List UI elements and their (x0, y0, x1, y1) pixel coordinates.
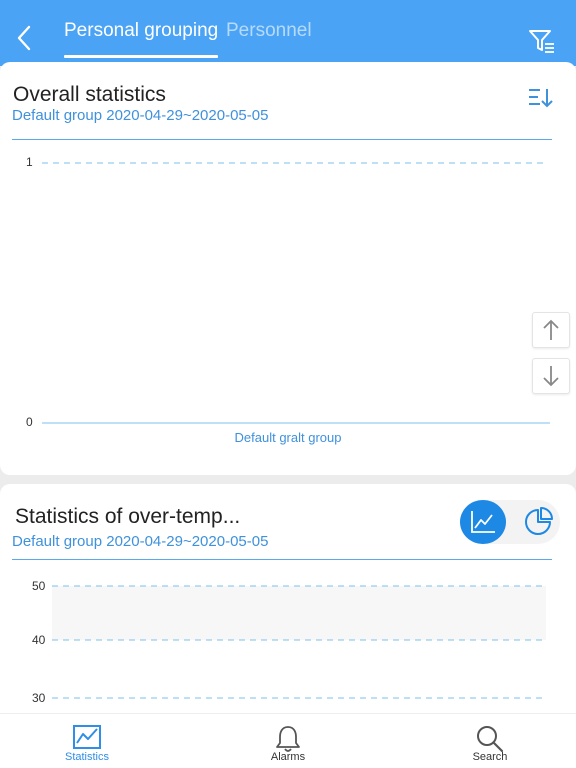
back-button[interactable] (8, 20, 40, 56)
line-chart-icon (471, 511, 495, 533)
nav-statistics[interactable]: Statistics (47, 714, 127, 768)
sort-descending-icon (529, 89, 553, 108)
chart-type-toggle (460, 500, 560, 544)
overall-y-tick-top: 1 (26, 155, 33, 169)
overtemp-subtitle: Default group 2020-04-29~2020-05-05 (12, 533, 269, 550)
overall-y-tick-bottom: 0 (26, 415, 33, 429)
nav-statistics-label: Statistics (64, 751, 109, 763)
overall-statistics-card: Overall statistics Default group 2020-04… (0, 62, 576, 475)
arrow-down-icon (543, 366, 559, 387)
overtemp-y-tick-30: 30 (32, 691, 46, 705)
arrow-up-icon (543, 319, 559, 340)
sort-button[interactable] (528, 86, 554, 110)
overtemp-chart (52, 585, 546, 699)
line-chart-toggle[interactable] (460, 500, 506, 544)
overtemp-title: Statistics of over-temp... (15, 505, 241, 528)
bell-icon (276, 726, 300, 752)
scroll-up-button[interactable] (532, 312, 570, 348)
overtemp-y-tick-40: 40 (32, 633, 46, 647)
pie-chart-toggle[interactable] (516, 500, 560, 544)
overtemp-statistics-card: Statistics of over-temp... Default group… (0, 484, 576, 724)
overall-title: Overall statistics (13, 83, 166, 106)
overall-chart: 1 0 (42, 162, 550, 424)
nav-search[interactable]: Search (450, 714, 530, 768)
scroll-down-button[interactable] (532, 358, 570, 394)
tab-personal-grouping[interactable]: Personal grouping (64, 20, 219, 58)
overtemp-divider (12, 559, 552, 560)
filter-icon (529, 30, 554, 53)
line-chart-icon (73, 725, 101, 749)
pie-chart-icon (525, 507, 553, 535)
filter-button[interactable] (528, 28, 558, 58)
nav-alarms-label: Alarms (270, 751, 306, 763)
nav-alarms[interactable]: Alarms (248, 714, 328, 768)
top-bar: Personal grouping Personnel (0, 0, 576, 66)
overall-subtitle: Default group 2020-04-29~2020-05-05 (12, 107, 269, 124)
chevron-left-icon (17, 25, 31, 51)
overall-x-category: Default gralt group (234, 430, 342, 445)
overtemp-y-tick-50: 50 (32, 579, 46, 593)
bottom-navigation: Statistics Alarms Search (0, 713, 576, 768)
chart-plot-band (52, 586, 546, 640)
search-icon (477, 726, 504, 753)
nav-search-label: Search (472, 751, 508, 763)
overall-divider (12, 139, 552, 140)
tab-personnel[interactable]: Personnel (226, 20, 312, 58)
